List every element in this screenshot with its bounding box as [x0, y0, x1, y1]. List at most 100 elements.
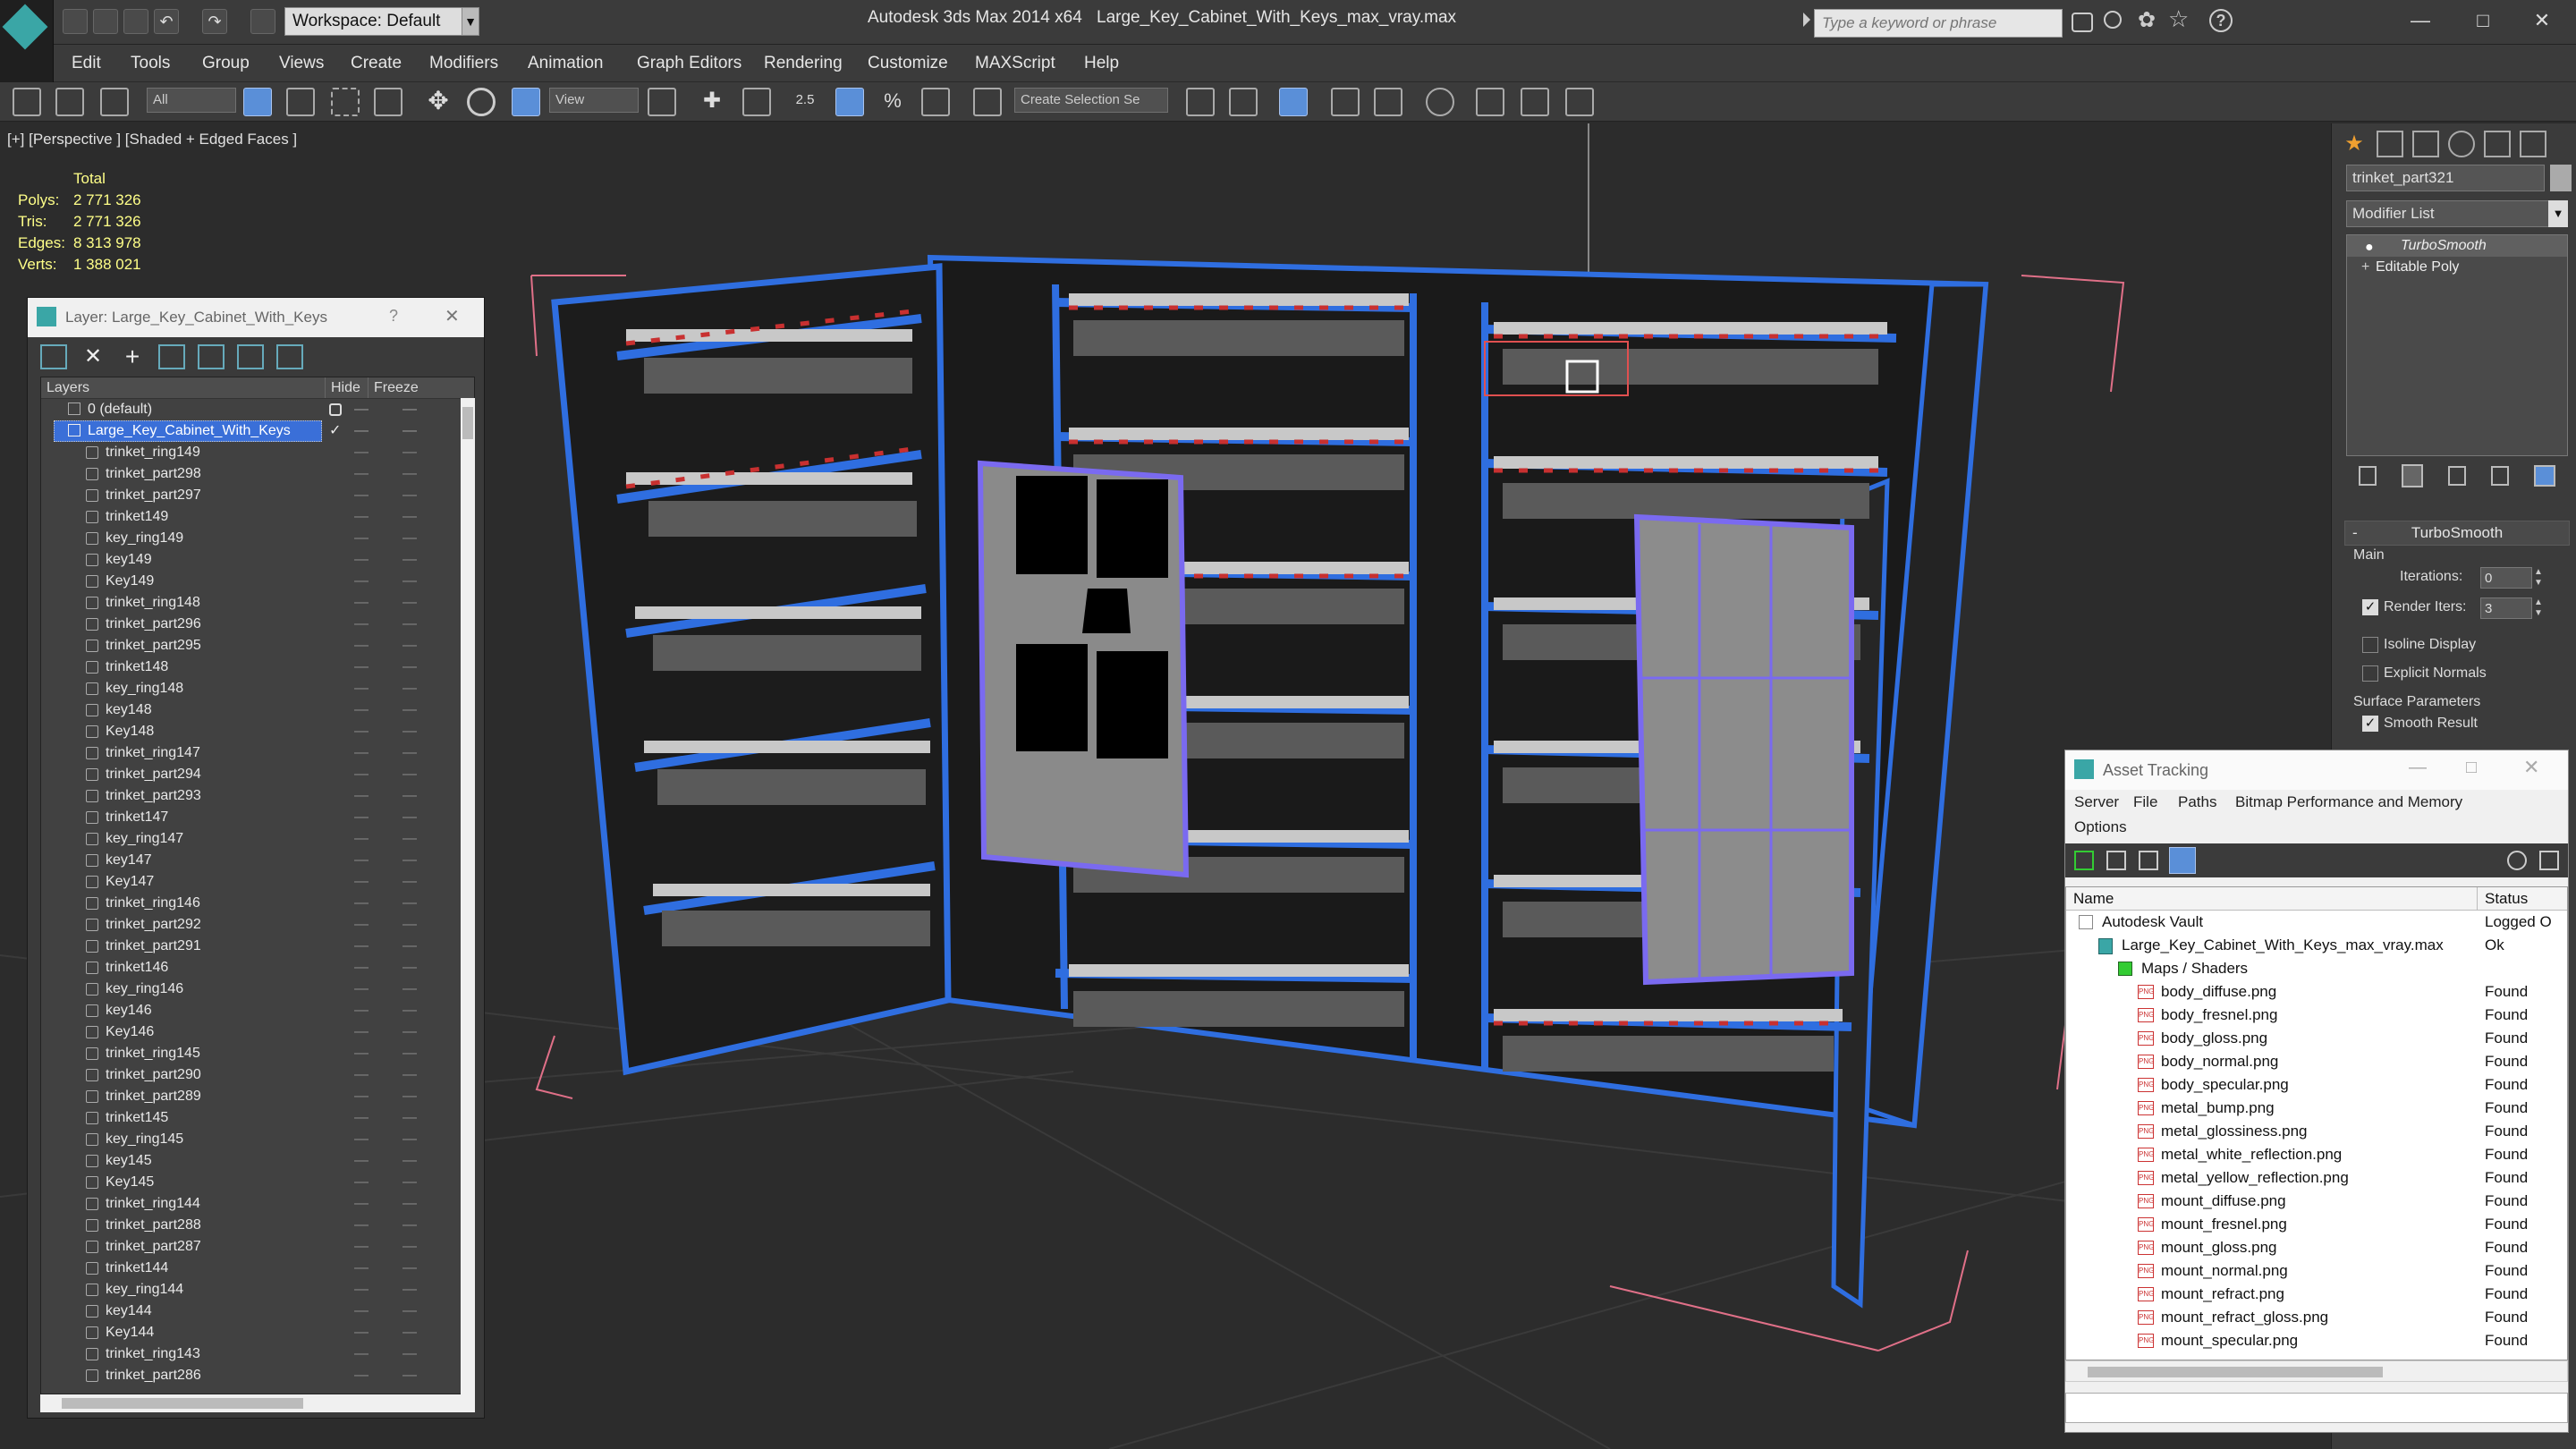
- asset-row[interactable]: PNG body_fresnel.png Found: [2066, 1004, 2567, 1027]
- chevron-down-icon[interactable]: ▼: [2548, 200, 2568, 227]
- hide-toggle[interactable]: —: [354, 678, 369, 699]
- turbosmooth-rollout-header[interactable]: - TurboSmooth: [2344, 521, 2570, 546]
- asset-row[interactable]: PNG mount_specular.png Found: [2066, 1329, 2567, 1352]
- help-icon[interactable]: [2507, 851, 2527, 870]
- layer-object-row[interactable]: Key147 — —: [41, 871, 474, 893]
- new-file-icon[interactable]: [63, 9, 88, 34]
- hide-toggle[interactable]: —: [354, 914, 369, 936]
- hide-toggle[interactable]: —: [354, 1215, 369, 1236]
- asset-row[interactable]: Large_Key_Cabinet_With_Keys_max_vray.max…: [2066, 934, 2567, 957]
- layer-object-row[interactable]: trinket_part289 — —: [41, 1086, 474, 1107]
- asset-row[interactable]: PNG body_specular.png Found: [2066, 1073, 2567, 1097]
- link-icon[interactable]: [13, 88, 41, 116]
- freeze-toggle[interactable]: —: [402, 528, 417, 549]
- layer-object-row[interactable]: Key145 — —: [41, 1172, 474, 1193]
- table-view-icon[interactable]: [2169, 847, 2196, 874]
- configure-modifier-sets-icon[interactable]: [2534, 465, 2555, 487]
- hide-toggle[interactable]: —: [354, 1107, 369, 1129]
- close-button[interactable]: ✕: [2515, 5, 2569, 38]
- layer-object-row[interactable]: key_ring144 — —: [41, 1279, 474, 1301]
- menu-tools[interactable]: Tools: [131, 54, 170, 73]
- remove-modifier-icon[interactable]: [2491, 466, 2509, 486]
- layer-object-row[interactable]: key149 — —: [41, 549, 474, 571]
- bind-space-warp-icon[interactable]: [100, 88, 129, 116]
- show-end-result-icon[interactable]: [2402, 464, 2423, 487]
- expand-icon[interactable]: +: [2361, 257, 2369, 278]
- unlink-icon[interactable]: [55, 88, 84, 116]
- hide-toggle[interactable]: —: [354, 506, 369, 528]
- freeze-toggle[interactable]: —: [402, 463, 417, 485]
- material-editor-icon[interactable]: [1426, 88, 1454, 116]
- hide-toggle[interactable]: —: [354, 1193, 369, 1215]
- menu-maxscript[interactable]: MAXScript: [975, 54, 1055, 73]
- hide-toggle[interactable]: —: [354, 592, 369, 614]
- hide-toggle[interactable]: —: [354, 1172, 369, 1193]
- search-expand-icon[interactable]: [1803, 13, 1810, 27]
- layer-object-row[interactable]: trinket145 — —: [41, 1107, 474, 1129]
- edit-named-selection-icon[interactable]: [973, 88, 1002, 116]
- hide-toggle[interactable]: —: [354, 549, 369, 571]
- asset-row[interactable]: PNG mount_refract.png Found: [2066, 1283, 2567, 1306]
- hide-toggle[interactable]: —: [354, 1021, 369, 1043]
- scrollbar-thumb[interactable]: [62, 1398, 303, 1409]
- spinner-arrows-icon[interactable]: ▲ ▼: [2534, 567, 2546, 589]
- hide-toggle[interactable]: —: [354, 1236, 369, 1258]
- layer-object-row[interactable]: key_ring149 — —: [41, 528, 474, 549]
- layer-object-row[interactable]: key144 — —: [41, 1301, 474, 1322]
- layer-object-row[interactable]: trinket_part298 — —: [41, 463, 474, 485]
- layer-manager-icon[interactable]: [1279, 88, 1308, 116]
- freeze-toggle[interactable]: —: [402, 1021, 417, 1043]
- asset-menu-file[interactable]: File: [2133, 793, 2157, 811]
- checkmark-icon[interactable]: ✓: [329, 420, 341, 442]
- spinner-arrows-icon[interactable]: ▲ ▼: [2534, 597, 2546, 619]
- freeze-toggle[interactable]: —: [402, 957, 417, 979]
- freeze-toggle[interactable]: —: [402, 549, 417, 571]
- make-unique-icon[interactable]: [2448, 466, 2466, 486]
- column-freeze[interactable]: Freeze: [369, 377, 422, 398]
- hide-toggle[interactable]: —: [354, 657, 369, 678]
- layer-object-row[interactable]: key145 — —: [41, 1150, 474, 1172]
- freeze-toggle[interactable]: —: [402, 1043, 417, 1064]
- object-name-field[interactable]: [2346, 165, 2545, 191]
- layer-object-row[interactable]: key146 — —: [41, 1000, 474, 1021]
- curve-editor-icon[interactable]: [1374, 88, 1402, 116]
- hide-toggle[interactable]: —: [354, 420, 369, 442]
- selection-filter-dropdown[interactable]: All: [147, 88, 236, 113]
- modifier-list-dropdown[interactable]: Modifier List: [2346, 200, 2568, 227]
- freeze-toggle[interactable]: —: [402, 914, 417, 936]
- snap-toggle-icon[interactable]: 2.5: [791, 88, 819, 116]
- hide-toggle[interactable]: —: [354, 463, 369, 485]
- layer-object-row[interactable]: trinket_part290 — —: [41, 1064, 474, 1086]
- current-layer-icon[interactable]: [329, 403, 342, 416]
- window-crossing-icon[interactable]: [374, 88, 402, 116]
- freeze-toggle[interactable]: —: [402, 1236, 417, 1258]
- layer-object-row[interactable]: trinket_part293 — —: [41, 785, 474, 807]
- layer-object-row[interactable]: trinket_part294 — —: [41, 764, 474, 785]
- asset-row[interactable]: PNG mount_diffuse.png Found: [2066, 1190, 2567, 1213]
- pin-stack-icon[interactable]: [2359, 466, 2377, 486]
- help-icon[interactable]: ?: [389, 307, 398, 326]
- asset-row[interactable]: PNG mount_gloss.png Found: [2066, 1236, 2567, 1259]
- freeze-toggle[interactable]: —: [402, 1301, 417, 1322]
- hide-toggle[interactable]: —: [354, 1343, 369, 1365]
- smooth-result-checkbox[interactable]: ✓: [2362, 716, 2378, 732]
- horizontal-scrollbar[interactable]: [2065, 1360, 2568, 1382]
- hide-toggle[interactable]: —: [354, 528, 369, 549]
- menu-group[interactable]: Group: [202, 54, 250, 73]
- asset-row[interactable]: PNG mount_normal.png Found: [2066, 1259, 2567, 1283]
- save-file-icon[interactable]: [123, 9, 148, 34]
- asset-row[interactable]: Autodesk Vault Logged O: [2066, 911, 2567, 934]
- redo-icon[interactable]: ↷: [202, 9, 227, 34]
- column-layers[interactable]: Layers: [41, 377, 326, 398]
- hide-toggle[interactable]: —: [354, 742, 369, 764]
- freeze-toggle[interactable]: —: [402, 614, 417, 635]
- select-by-name-icon[interactable]: [286, 88, 315, 116]
- freeze-toggle[interactable]: —: [402, 1322, 417, 1343]
- hide-all-layers-icon[interactable]: [237, 344, 264, 369]
- menu-animation[interactable]: Animation: [528, 54, 604, 73]
- select-objects-in-layer-icon[interactable]: [158, 344, 185, 369]
- search-input[interactable]: [1814, 9, 2063, 38]
- column-status[interactable]: Status: [2478, 887, 2567, 910]
- hierarchy-tab-icon[interactable]: [2412, 131, 2439, 157]
- utilities-tab-icon[interactable]: [2520, 131, 2546, 157]
